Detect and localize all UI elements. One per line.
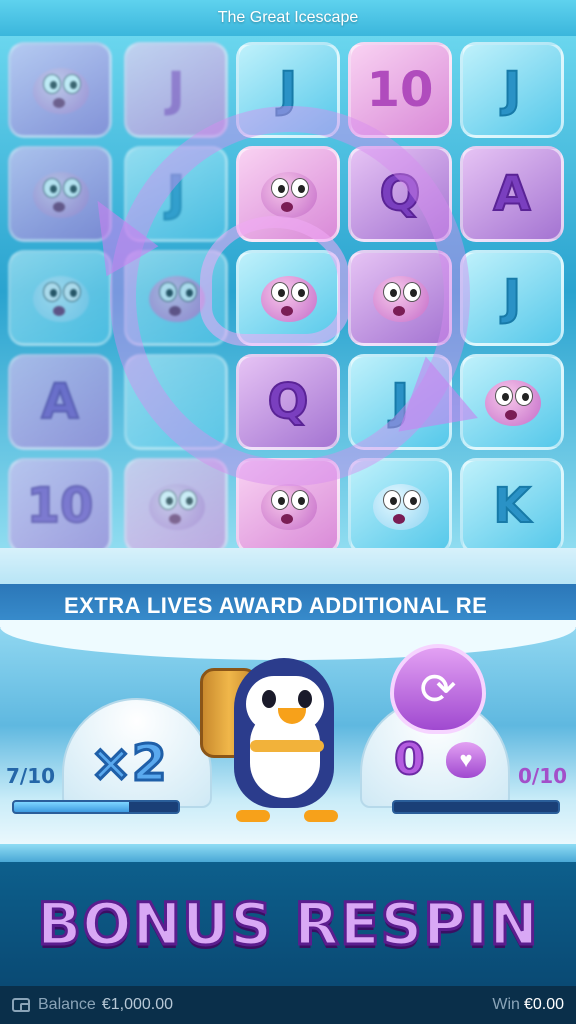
symbol-label: J	[166, 165, 186, 223]
card-symbol: 10	[348, 42, 452, 138]
symbol-label: 10	[366, 62, 434, 118]
symbol-label: J	[502, 61, 522, 119]
symbol-label: 10	[26, 477, 95, 535]
balance-value: €1,000.00	[101, 996, 174, 1013]
balance-label: Balance	[38, 996, 96, 1013]
pufferfish-icon	[253, 476, 323, 536]
symbol-label: K	[492, 477, 531, 535]
right-counter: 0/10	[518, 764, 568, 788]
left-counter: 7/10	[6, 764, 56, 788]
pufferfish-symbol	[236, 146, 340, 242]
symbol-label: Q	[379, 165, 422, 223]
pufferfish-icon	[141, 268, 211, 328]
right-progress-bar	[392, 800, 560, 814]
pufferfish-symbol	[8, 250, 112, 346]
card-symbol: J	[460, 42, 564, 138]
pufferfish-icon	[365, 268, 435, 328]
symbol-label: J	[502, 269, 522, 327]
symbol-label: J	[278, 61, 298, 119]
multiplier-value: ×2	[89, 733, 169, 794]
status-footer: Balance €1,000.00 Win €0.00	[0, 986, 576, 1024]
penguin-character	[200, 638, 350, 828]
pufferfish-symbol	[236, 458, 340, 548]
symbol-label: J	[167, 62, 185, 118]
card-symbol: Q	[348, 146, 452, 242]
pufferfish-symbol	[348, 458, 452, 548]
pufferfish-icon	[25, 60, 95, 120]
pufferfish-icon	[365, 476, 435, 536]
heart-icon: ⟳	[390, 644, 486, 734]
pufferfish-icon	[253, 164, 323, 224]
pufferfish-icon	[253, 268, 323, 328]
ice-strip	[0, 844, 576, 862]
refresh-icon: ⟳	[419, 664, 457, 714]
bonus-respin-panel: BONUS RESPIN	[0, 862, 576, 986]
symbol-label: Q	[267, 373, 310, 431]
win-value: €0.00	[523, 996, 564, 1013]
left-progress-fill	[14, 802, 129, 812]
card-symbol: J	[460, 250, 564, 346]
wallet-icon	[12, 998, 30, 1012]
left-progress-bar	[12, 800, 180, 814]
reel-grid: A 10 J J J Q 10 Q J J A J K	[0, 36, 576, 548]
pufferfish-symbol	[8, 42, 112, 138]
pufferfish-symbol	[124, 458, 228, 548]
pufferfish-symbol	[236, 250, 340, 346]
game-title: The Great Icescape	[0, 0, 576, 36]
card-symbol: A	[460, 146, 564, 242]
card-symbol: J	[124, 42, 228, 138]
card-symbol: J	[236, 42, 340, 138]
symbol-label: A	[492, 165, 531, 223]
symbol-label: A	[40, 373, 79, 431]
card-symbol: 10	[8, 458, 112, 548]
card-symbol	[124, 354, 228, 450]
pufferfish-icon	[25, 268, 95, 328]
pufferfish-icon	[141, 476, 211, 536]
card-symbol: A	[8, 354, 112, 450]
bonus-scene: EXTRA LIVES AWARD ADDITIONAL RE ×2 7/10 …	[0, 548, 576, 844]
pufferfish-symbol	[124, 250, 228, 346]
lives-count: 0	[393, 733, 426, 786]
pufferfish-symbol	[348, 250, 452, 346]
win-label: Win	[492, 996, 520, 1013]
card-symbol: Q	[236, 354, 340, 450]
bonus-respin-title: BONUS RESPIN	[36, 889, 540, 960]
card-symbol: K	[460, 458, 564, 548]
small-heart-icon: ♥	[446, 742, 486, 778]
